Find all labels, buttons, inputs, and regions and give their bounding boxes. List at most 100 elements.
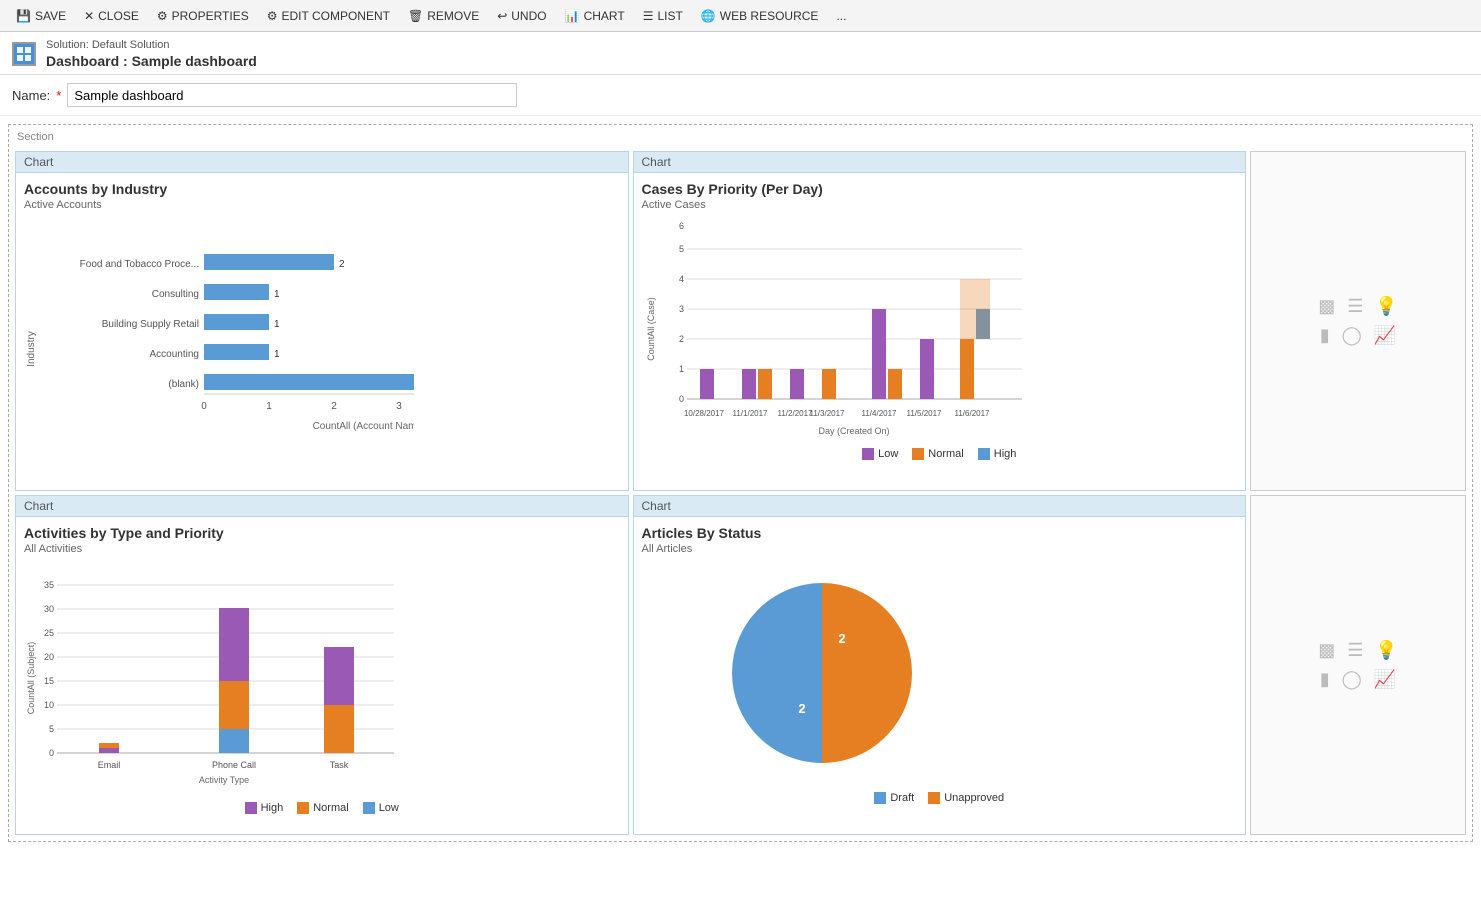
svg-text:1: 1 [274, 289, 280, 300]
name-label: Name: [12, 88, 50, 103]
chart1-title: Accounts by Industry [24, 181, 620, 197]
bar-4 [204, 344, 269, 360]
legend3-normal: Normal [297, 802, 348, 814]
remove-button[interactable]: 🗑 REMOVE [400, 6, 487, 26]
lightbulb-icon[interactable]: 💡 [1375, 296, 1397, 317]
list-button[interactable]: ☰ LIST [635, 6, 691, 26]
empty-panel-top: ▩ ☰ 💡 ▮ ◯ 📈 [1250, 151, 1466, 491]
svg-text:11/4/2017: 11/4/2017 [861, 409, 897, 418]
svg-text:5: 5 [49, 724, 54, 734]
svg-text:11/3/2017: 11/3/2017 [809, 409, 845, 418]
icon-row-1: ▩ ☰ 💡 [1318, 296, 1398, 317]
globe-icon: 🌐 [701, 9, 716, 23]
web-resource-button[interactable]: 🌐 WEB RESOURCE [693, 6, 827, 26]
bar-chart-icon[interactable]: ▩ [1318, 296, 1335, 317]
svg-text:Phone Call: Phone Call [212, 760, 256, 770]
chart-panel-3-header: Chart [16, 496, 628, 517]
chart-panel-2-header: Chart [634, 152, 1246, 173]
undo-button[interactable]: ↩ UNDO [489, 6, 554, 26]
empty-panel-bottom-icons: ▩ ☰ 💡 ▮ ◯ 📈 [1318, 640, 1398, 690]
legend-high-label: High [994, 448, 1017, 460]
svg-text:Activity Type: Activity Type [199, 775, 249, 785]
properties-button[interactable]: ⚙ PROPERTIES [149, 6, 257, 26]
chart-icon: 📊 [565, 9, 580, 23]
svg-text:0: 0 [49, 748, 54, 758]
chart4-legend: Draft Unapproved [642, 792, 1238, 804]
legend4-unapproved-label: Unapproved [944, 792, 1004, 804]
svg-text:6: 6 [678, 221, 683, 231]
icon-row-3: ▩ ☰ 💡 [1318, 640, 1398, 661]
legend3-low-color [363, 802, 375, 814]
svg-text:30: 30 [44, 604, 54, 614]
svg-text:2: 2 [798, 701, 805, 716]
svg-text:(blank): (blank) [168, 379, 199, 390]
svg-text:CountAll (Case): CountAll (Case) [646, 298, 656, 362]
more-button[interactable]: ... [828, 6, 854, 26]
svg-text:20: 20 [44, 652, 54, 662]
bar-chart-icon-2[interactable]: ▩ [1318, 640, 1335, 661]
legend4-unapproved-color [928, 792, 940, 804]
svg-text:2: 2 [678, 334, 683, 344]
pie-draft [732, 583, 822, 763]
trash-icon: 🗑 [408, 9, 423, 23]
lightbulb-icon-2[interactable]: 💡 [1375, 640, 1397, 661]
chart-panel-1: Chart Accounts by Industry Active Accoun… [15, 151, 629, 491]
edit-icon: ⚙ [267, 9, 278, 23]
bar-2 [204, 284, 269, 300]
svg-text:1: 1 [678, 364, 683, 374]
chart-panel-4: Chart Articles By Status All Articles 2 … [633, 495, 1247, 835]
icon-row-2: ▮ ◯ 📈 [1320, 325, 1396, 346]
required-asterisk: * [56, 88, 61, 103]
svg-text:11/2/2017: 11/2/2017 [777, 409, 813, 418]
section-label: Section [13, 129, 1468, 145]
legend-normal-color [912, 448, 924, 460]
svg-text:CountAll (Subject): CountAll (Subject) [26, 642, 36, 715]
svg-text:Email: Email [98, 760, 121, 770]
svg-text:Building Supply Retail: Building Supply Retail [102, 319, 199, 330]
svg-text:5: 5 [678, 244, 683, 254]
chart-line-icon-2[interactable]: 📈 [1374, 669, 1396, 690]
legend3-normal-label: Normal [313, 802, 348, 814]
svg-text:25: 25 [44, 628, 54, 638]
grid-icon[interactable]: ▮ [1320, 325, 1330, 346]
pie-unapproved [822, 583, 912, 763]
chart-line-icon[interactable]: 📈 [1374, 325, 1396, 346]
globe-icon[interactable]: ◯ [1342, 325, 1362, 346]
chart3-title: Activities by Type and Priority [24, 525, 620, 541]
edit-component-button[interactable]: ⚙ EDIT COMPONENT [259, 6, 398, 26]
grid-icon-2[interactable]: ▮ [1320, 669, 1330, 690]
page-title: Dashboard : Sample dashboard [46, 52, 257, 70]
svg-text:CountAll (Account Name): CountAll (Account Name) [313, 421, 414, 432]
list-icon-2[interactable]: ☰ [1347, 640, 1363, 661]
dashboard-grid: Chart Accounts by Industry Active Accoun… [13, 149, 1468, 837]
icon-row-4: ▮ ◯ 📈 [1320, 669, 1396, 690]
bar-5 [204, 374, 414, 390]
close-icon: ✕ [84, 9, 94, 23]
chart1-subtitle: Active Accounts [24, 199, 620, 211]
svg-text:2: 2 [339, 259, 345, 270]
svg-text:0: 0 [678, 394, 683, 404]
list-icon: ☰ [643, 9, 654, 23]
chart4-subtitle: All Articles [642, 543, 1238, 555]
chart-panel-3: Chart Activities by Type and Priority Al… [15, 495, 629, 835]
legend-low: Low [862, 448, 898, 460]
svg-text:10: 10 [44, 700, 54, 710]
close-button[interactable]: ✕ CLOSE [76, 6, 147, 26]
page-header-text: Solution: Default Solution Dashboard : S… [46, 38, 257, 70]
name-input[interactable] [67, 83, 517, 107]
legend3-high-label: High [261, 802, 284, 814]
chart-panel-2-body: Cases By Priority (Per Day) Active Cases… [634, 173, 1246, 490]
chart4-svg: 2 2 [642, 563, 1002, 783]
save-button[interactable]: 💾 SAVE [8, 6, 74, 26]
svg-text:3: 3 [678, 304, 683, 314]
legend3-low: Low [363, 802, 399, 814]
svg-text:Accounting: Accounting [150, 349, 199, 360]
empty-panel-top-icons: ▩ ☰ 💡 ▮ ◯ 📈 [1318, 296, 1398, 346]
svg-text:1: 1 [266, 401, 272, 412]
svg-text:35: 35 [44, 580, 54, 590]
chart1-svg: Industry Food and Tobacco Proce... 2 Con… [24, 219, 414, 459]
list-icon[interactable]: ☰ [1347, 296, 1363, 317]
chart-button[interactable]: 📊 CHART [557, 6, 633, 26]
globe-icon-2[interactable]: ◯ [1342, 669, 1362, 690]
legend3-normal-color [297, 802, 309, 814]
